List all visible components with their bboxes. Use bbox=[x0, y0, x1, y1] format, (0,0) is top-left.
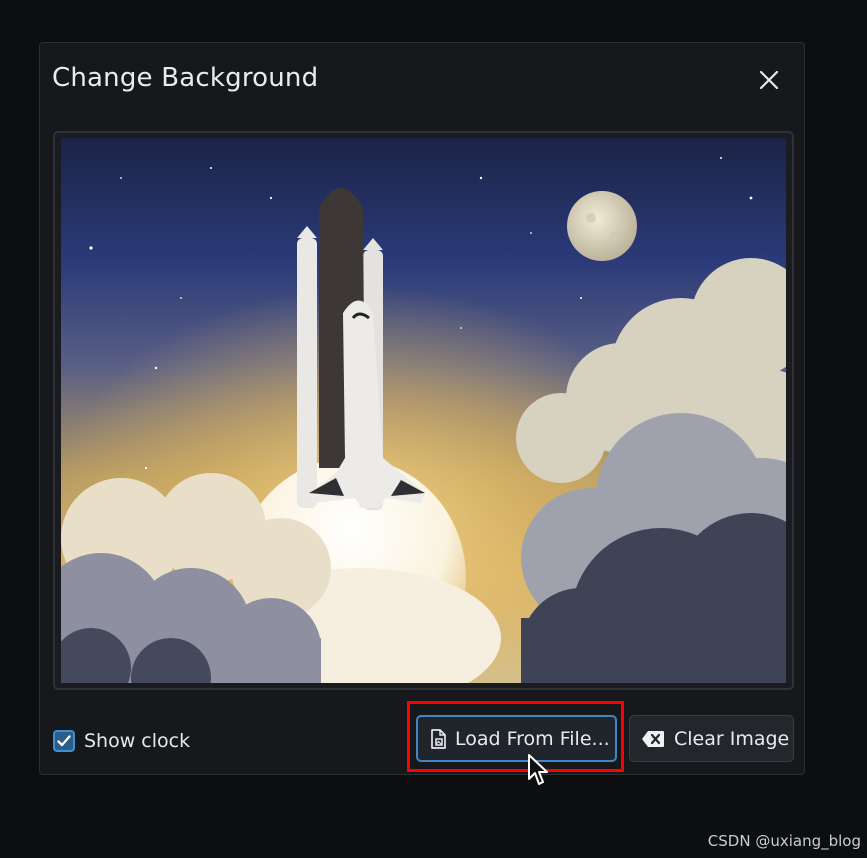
clear-button-label: Clear Image bbox=[674, 727, 790, 750]
clear-image-button[interactable]: Clear Image bbox=[629, 715, 794, 762]
close-icon bbox=[759, 70, 779, 90]
show-clock-toggle[interactable]: Show clock bbox=[53, 729, 190, 753]
background-preview bbox=[53, 131, 794, 690]
show-clock-checkbox[interactable] bbox=[53, 730, 75, 752]
load-button-label: Load From File... bbox=[455, 727, 610, 750]
backspace-icon bbox=[642, 730, 664, 747]
file-image-icon bbox=[431, 728, 446, 749]
load-from-file-button[interactable]: Load From File... bbox=[416, 715, 617, 762]
show-clock-label: Show clock bbox=[84, 730, 191, 752]
change-background-dialog: Change Background Show clock Load From F… bbox=[39, 42, 805, 775]
watermark-text: CSDN @uxiang_blog bbox=[707, 832, 861, 850]
dialog-title: Change Background bbox=[52, 63, 319, 93]
checkmark-icon bbox=[57, 735, 71, 747]
close-button[interactable] bbox=[752, 63, 786, 97]
mouse-pointer-icon bbox=[528, 754, 548, 785]
preview-image bbox=[61, 138, 786, 683]
